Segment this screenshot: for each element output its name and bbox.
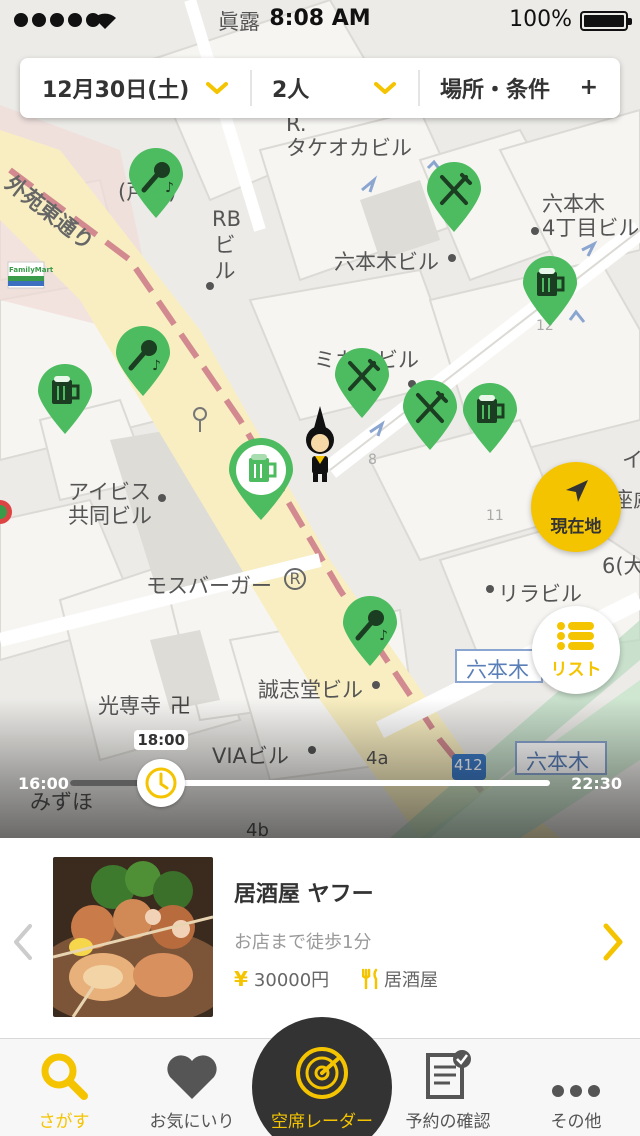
map[interactable]: 眞露 外苑東通り R. タケオカビル RBビル (戸線) 六本木ビル 六本木 4… — [0, 0, 640, 838]
filter-bar: 12月30日(土) 2人 場所・条件 + — [20, 58, 620, 118]
map-label-station1: 六本木 — [466, 658, 529, 682]
map-label-edge-i: イ — [622, 448, 640, 472]
karaoke-pin[interactable]: ♪ — [127, 148, 185, 220]
clock-icon — [145, 767, 177, 799]
tab-search[interactable]: さがす — [0, 1039, 128, 1136]
shop-name: 居酒屋 ヤフー — [234, 882, 374, 907]
restaurant-marker-icon: R — [284, 568, 306, 590]
selected-beer-pin[interactable] — [227, 438, 295, 522]
restaurant-pin[interactable] — [425, 162, 483, 234]
svg-text:♪: ♪ — [379, 628, 388, 644]
yen-icon: ¥ — [234, 967, 248, 991]
tab-radar-label: 空席レーダー — [271, 1112, 373, 1132]
karaoke-pin[interactable]: ♪ — [341, 596, 399, 668]
people-selector[interactable]: 2人 — [250, 58, 418, 118]
conditions-label: 場所・条件 — [440, 78, 551, 103]
shop-price-value: 30000円 — [253, 970, 330, 991]
location-arrow-icon — [566, 479, 588, 502]
cutlery-icon — [362, 968, 378, 990]
heart-icon — [167, 1055, 217, 1099]
previous-shop-arrow-icon[interactable] — [8, 922, 38, 962]
map-label-mos: モスバーガー — [146, 574, 272, 598]
karaoke-pin[interactable]: ♪ — [114, 326, 172, 398]
tab-reservations[interactable]: 予約の確認 — [384, 1039, 512, 1136]
search-icon — [41, 1053, 88, 1100]
beer-pin[interactable] — [521, 256, 579, 328]
shop-photo — [53, 857, 213, 1017]
restaurant-pin[interactable] — [401, 380, 459, 452]
map-label-kosenji: 光専寺 — [98, 694, 161, 718]
shop-genre: 居酒屋 — [362, 966, 438, 992]
map-label-rirabiru: リラビル — [498, 582, 582, 606]
map-label-roppongi-4: 六本木 4丁目ビル — [542, 192, 640, 240]
shop-walk-time: お店まで徒歩1分 — [234, 932, 372, 953]
conditions-selector[interactable]: 場所・条件 + — [418, 58, 620, 118]
battery-icon — [580, 11, 632, 31]
map-label-r-takeo: R. タケオカビル — [286, 112, 412, 160]
tab-favorites[interactable]: お気にいり — [128, 1039, 256, 1136]
plus-icon: + — [579, 75, 598, 100]
date-selector[interactable]: 12月30日(土) — [20, 58, 250, 118]
date-value: 12月30日(土) — [42, 78, 190, 103]
map-label-seishido: 誠志堂ビル — [258, 678, 363, 702]
slider-current-time: 18:00 — [134, 730, 189, 750]
map-label-num-8: 8 — [368, 452, 377, 468]
map-label-edge-6: 6(大 — [602, 554, 640, 578]
temple-icon: 卍 — [170, 694, 191, 718]
tab-reservations-label: 予約の確認 — [405, 1112, 491, 1132]
more-icon — [552, 1085, 600, 1097]
map-label-rb-building: RBビル — [212, 207, 241, 283]
battery-percent: 100% — [509, 7, 572, 32]
chevron-down-icon — [206, 82, 228, 94]
shop-card[interactable]: 居酒屋 ヤフー お店まで徒歩1分 ¥ 30000円 居酒屋 — [0, 838, 640, 1038]
current-location-label: 現在地 — [550, 516, 602, 537]
familymart-logo: FamilyMart — [9, 266, 54, 274]
map-label-roppongi-bldg: 六本木ビル — [334, 250, 439, 274]
current-location-button[interactable]: 現在地 — [531, 462, 621, 552]
map-label-num-11: 11 — [486, 508, 504, 524]
tab-other[interactable]: その他 — [512, 1039, 640, 1136]
list-icon — [557, 621, 594, 650]
people-value: 2人 — [272, 78, 310, 103]
tab-search-label: さがす — [38, 1112, 90, 1132]
reservation-document-icon — [426, 1050, 471, 1099]
user-location-icon — [300, 406, 340, 484]
shop-genre-value: 居酒屋 — [384, 970, 438, 991]
map-label-ibis: アイビス 共同ビル — [68, 480, 152, 528]
slider-thumb[interactable] — [137, 759, 186, 807]
status-bar: 8:08 AM 100% — [0, 0, 640, 40]
beer-pin[interactable] — [461, 383, 519, 455]
next-shop-arrow-icon[interactable] — [598, 922, 628, 962]
time-slider[interactable]: 16:00 22:30 18:00 — [0, 730, 640, 830]
chevron-down-icon — [374, 82, 396, 94]
list-label: リスト — [550, 659, 602, 680]
list-button[interactable]: リスト — [532, 606, 620, 694]
radar-icon — [296, 1047, 348, 1099]
restaurant-pin[interactable] — [333, 348, 391, 420]
tab-favorites-label: お気にいり — [149, 1112, 235, 1132]
svg-text:♪: ♪ — [165, 180, 174, 196]
shop-price: ¥ 30000円 — [234, 966, 329, 992]
beer-pin[interactable] — [36, 364, 94, 436]
slider-max-label: 22:30 — [571, 774, 622, 793]
slider-min-label: 16:00 — [18, 774, 69, 793]
tab-other-label: その他 — [550, 1112, 602, 1132]
svg-text:♪: ♪ — [152, 358, 161, 374]
